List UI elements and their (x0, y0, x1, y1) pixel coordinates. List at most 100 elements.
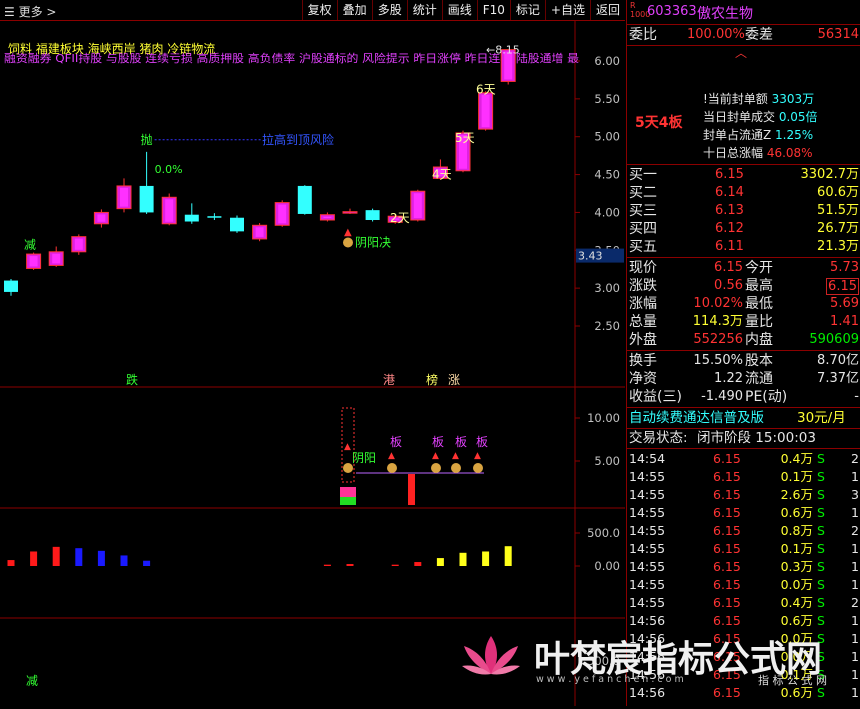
promo-price[interactable]: 30元/月 (797, 408, 846, 428)
quote-value-2: 5.69 (830, 296, 859, 311)
money-bag-icon (451, 463, 461, 473)
tick-time: 14:54 (629, 451, 666, 466)
tick-price: 6.15 (713, 577, 741, 592)
macd-bar (482, 551, 490, 566)
limit-row: 当日封单成交 0.05倍 (703, 108, 818, 126)
up-arrow-icon: ▲ (344, 227, 352, 238)
quote-label: 现价 (629, 260, 657, 276)
tick-volume: 0.1万 (780, 541, 813, 556)
toolbar-buttons: 复权 叠加 多股 统计 画线 F10 标记 +自选 返回 (301, 0, 625, 20)
tick-row[interactable]: 14:55 6.15 0.0万 S 1 (627, 576, 860, 594)
toolbar-button-5[interactable]: F10 (476, 0, 510, 20)
tick-volume: 0.8万 (780, 523, 813, 538)
tick-time: 14:55 (629, 559, 666, 574)
bid-row[interactable]: 买二 6.14 60.6万 (627, 184, 860, 202)
tick-price: 6.15 (713, 469, 741, 484)
sub1-axis-label: 5.00 (594, 454, 620, 468)
indicator-bar-red (408, 474, 415, 505)
limit-row-label: 封单占流通Z (703, 128, 776, 142)
up-arrow-icon: ▲ (344, 442, 351, 452)
bid-row[interactable]: 买一 6.15 3302.7万 (627, 166, 860, 184)
reduce-label: 减 (24, 238, 36, 252)
tick-row[interactable]: 14:55 6.15 0.4万 S 2 (627, 594, 860, 612)
tick-row[interactable]: 14:55 6.15 0.1万 S 1 (627, 468, 860, 486)
price-axis-label: 3.00 (594, 281, 620, 295)
bid-price: 6.15 (715, 167, 744, 182)
limit-board-label: 板 (390, 435, 402, 449)
more-link[interactable]: 更多 > (19, 5, 57, 19)
quote-row: 总量 114.3万 量比 1.41 (627, 313, 860, 331)
tick-side: S (817, 595, 825, 610)
tick-row[interactable]: 14:55 6.15 0.8万 S 2 (627, 522, 860, 540)
tick-volume: 0.0万 (780, 577, 813, 592)
weibi-row: 委比 100.00% 委差 56314 (627, 25, 860, 46)
limit-streak: 5天4板 (635, 115, 683, 131)
promo-text[interactable]: 自动续费通达信普及版 (629, 408, 764, 428)
macd-bar (75, 548, 83, 566)
limit-board-label: 板 (432, 435, 444, 449)
tick-price: 6.15 (713, 523, 741, 538)
macd-bar (459, 552, 467, 566)
yinyang-label: 阴阳决 (355, 236, 391, 250)
tick-count: 1 (851, 577, 859, 592)
quote-row: 涨跌 0.56 最高 6.15 (627, 277, 860, 295)
toolbar-button-6[interactable]: 标记 (509, 0, 545, 20)
toolbar-button-8[interactable]: 返回 (589, 0, 625, 20)
bid-row[interactable]: 买三 6.13 51.5万 (627, 202, 860, 220)
tick-count: 1 (851, 559, 859, 574)
limit-board-label: 板 (455, 435, 467, 449)
tick-row[interactable]: 14:55 6.15 0.1万 S 1 (627, 540, 860, 558)
money-bag-icon (343, 237, 353, 248)
price-axis-label: 2.50 (594, 319, 620, 333)
toolbar-button-7[interactable]: +自选 (544, 0, 590, 20)
bid-row[interactable]: 买四 6.12 26.7万 (627, 220, 860, 238)
chevron-up-icon[interactable]: ︿ (735, 44, 747, 61)
quote-value-2: 1.41 (830, 314, 859, 329)
toolbar-button-3[interactable]: 统计 (406, 0, 442, 20)
tick-count: 1 (851, 469, 859, 484)
price-axis-label: 5.00 (594, 130, 620, 144)
high-price-label: ←8.15 (486, 43, 520, 56)
tick-count: 1 (851, 541, 859, 556)
stock-code: 603363 (647, 4, 697, 19)
sell-signal-label: 抛 (141, 132, 153, 147)
menu-button[interactable]: ☰ 更多 > (4, 3, 56, 20)
up-arrow-icon: ▲ (474, 451, 481, 461)
limit-row-value: 46.08% (766, 146, 813, 160)
tick-row[interactable]: 14:55 6.15 2.6万 S 3 (627, 486, 860, 504)
candle-body-down (184, 214, 199, 222)
toolbar-button-2[interactable]: 多股 (371, 0, 407, 20)
quote-label-2: 最高 (745, 278, 773, 294)
quote-value-2: 5.73 (830, 260, 859, 275)
watermark-url: w w w . y e f a n c h e n . c o m (536, 674, 684, 685)
bid-row[interactable]: 买五 6.11 21.3万 (627, 238, 860, 256)
tick-side: S (817, 559, 825, 574)
tick-price: 6.15 (713, 487, 741, 502)
candle-body-down (230, 217, 244, 232)
reduce-label-bottom: 减 (26, 674, 38, 688)
tick-price: 6.15 (713, 541, 741, 556)
tick-volume: 0.3万 (780, 559, 813, 574)
toolbar-button-1[interactable]: 叠加 (336, 0, 372, 20)
toolbar-button-4[interactable]: 画线 (441, 0, 477, 20)
price-axis-label: 4.00 (594, 205, 620, 219)
limit-rows: !当前封单额 3303万 当日封单成交 0.05倍 封单占流通Z 1.25% 十日总涨… (703, 90, 818, 162)
tick-volume: 0.6万 (780, 505, 813, 520)
tick-volume: 0.1万 (780, 469, 813, 484)
kline-chart[interactable]: 6.005.505.004.504.003.503.002.503.43饲料 福… (0, 21, 625, 706)
tick-row[interactable]: 14:55 6.15 0.6万 S 1 (627, 504, 860, 522)
promo-row[interactable]: 自动续费通达信普及版 30元/月 (627, 408, 860, 429)
fund-value-2: - (854, 389, 859, 404)
tick-time: 14:55 (629, 595, 666, 610)
tick-time: 14:55 (629, 487, 666, 502)
tick-count: 1 (851, 505, 859, 520)
risk-label: 拉高到顶风险 (262, 132, 334, 147)
macd-bar (143, 560, 151, 566)
day-label-4: 4天 (432, 167, 452, 181)
kline-chart-area[interactable]: 6.005.505.004.504.003.503.002.503.43饲料 福… (0, 21, 625, 706)
toolbar-button-0[interactable]: 复权 (301, 0, 337, 20)
signal-die: 跌 (126, 372, 138, 387)
tick-row[interactable]: 14:55 6.15 0.3万 S 1 (627, 558, 860, 576)
macd-bar (52, 546, 60, 566)
tick-row[interactable]: 14:54 6.15 0.4万 S 2 (627, 450, 860, 468)
